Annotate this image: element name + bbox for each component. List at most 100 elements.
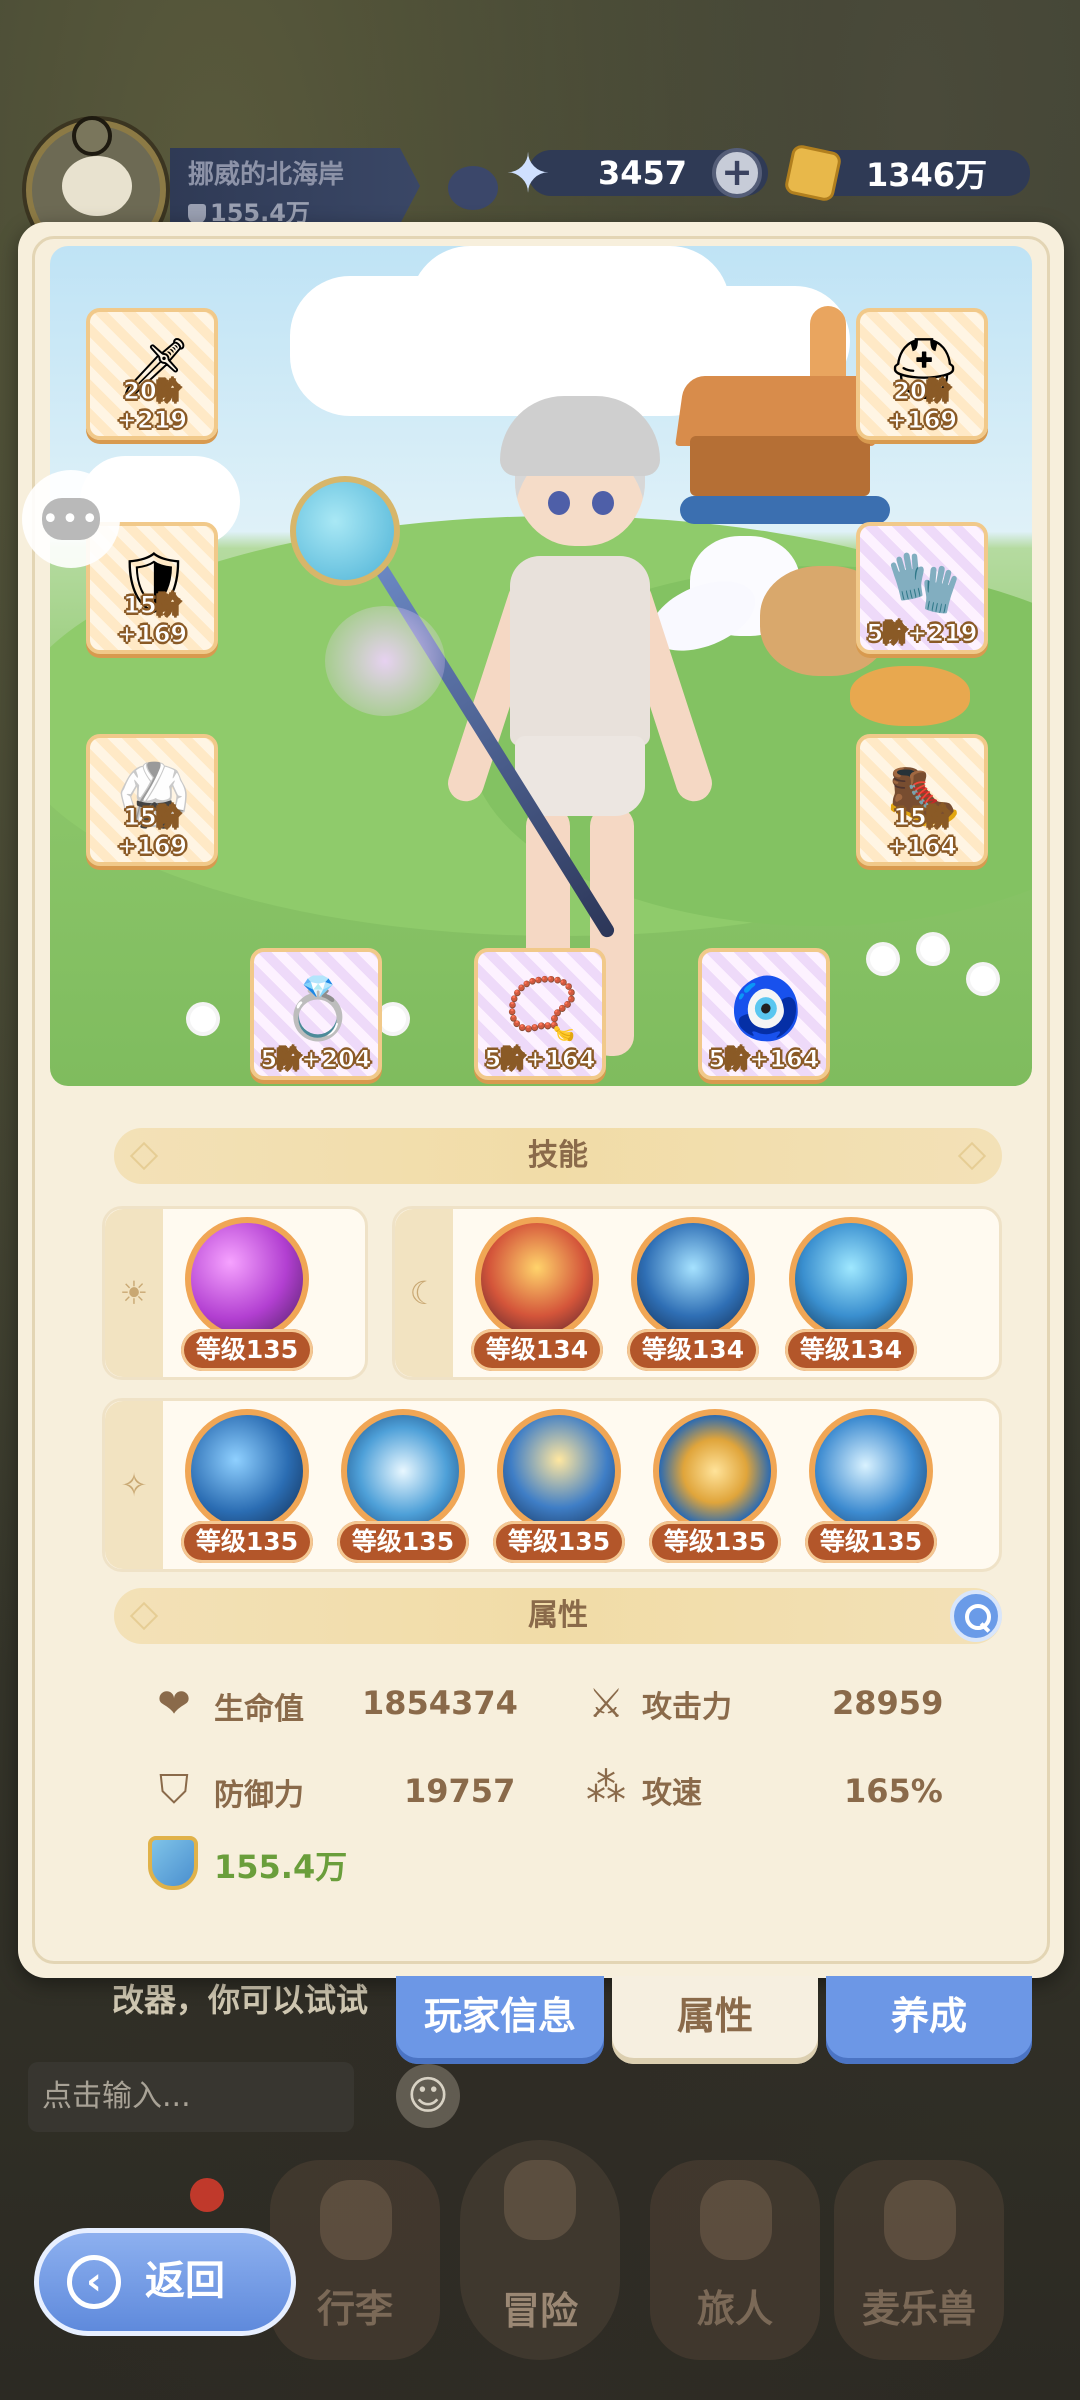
nav-pet[interactable]: 麦乐兽 xyxy=(834,2160,1004,2360)
skills-title: 技能 xyxy=(528,1138,588,1173)
combat-power-value: 155.4万 xyxy=(214,1848,348,1886)
orange-pet xyxy=(850,666,970,726)
attack-speed-icon: ⁂ xyxy=(586,1765,626,1811)
combat-power-icon xyxy=(148,1836,198,1890)
chevron-left-icon: ‹ xyxy=(67,2255,121,2309)
staff-orb xyxy=(290,476,400,586)
traveler-icon xyxy=(700,2180,772,2260)
equip-slot-boots[interactable]: 🥾 15阶+164 xyxy=(856,734,988,866)
tab-attributes[interactable]: 属性 xyxy=(612,1976,818,2064)
tab-player-info[interactable]: 玩家信息 xyxy=(396,1976,604,2064)
gem-count: 3457 xyxy=(598,154,688,192)
emoji-button[interactable]: ☺ xyxy=(396,2064,460,2128)
add-gems-button[interactable]: + xyxy=(712,148,762,198)
notification-dot xyxy=(190,2178,224,2212)
skill-level-badge: 等级135 xyxy=(181,1521,313,1563)
coin-count: 1346万 xyxy=(866,156,988,194)
skill-level-badge: 等级134 xyxy=(785,1329,917,1371)
amulet-icon: 🧿 xyxy=(728,973,804,1044)
skill-icon xyxy=(653,1409,777,1533)
tab-cultivate[interactable]: 养成 xyxy=(826,1976,1032,2064)
red-necklace-icon: 📿 xyxy=(504,973,580,1044)
chat-button[interactable]: ••• xyxy=(22,470,120,568)
nav-traveler-label: 旅人 xyxy=(696,2287,773,2331)
equip-level: 5阶+164 xyxy=(708,1045,820,1074)
skill-icon xyxy=(631,1217,755,1341)
back-label: 返回 xyxy=(145,2258,225,2304)
skill-slot[interactable]: 等级135 xyxy=(337,1409,469,1569)
skill-level-badge: 等级134 xyxy=(471,1329,603,1371)
equip-slot-ring[interactable]: 💍 5阶+204 xyxy=(250,948,382,1080)
chat-bubble-icon: ••• xyxy=(41,498,100,540)
skill-level-badge: 等级135 xyxy=(493,1521,625,1563)
skill-level-badge: 等级134 xyxy=(627,1329,759,1371)
skill-level-badge: 等级135 xyxy=(805,1521,937,1563)
character-panel: 🗡 20阶+219 🛡 15阶+169 🥋 15阶+169 ⛑ 20阶+169 … xyxy=(18,222,1064,1978)
skill-level-badge: 等级135 xyxy=(649,1521,781,1563)
equip-level: 15阶+169 xyxy=(116,591,188,649)
equip-level: 5阶+219 xyxy=(866,619,978,648)
skill-slot[interactable]: 等级134 xyxy=(627,1217,759,1377)
skill-slot[interactable]: 等级134 xyxy=(785,1217,917,1377)
fox-pet-icon xyxy=(884,2180,956,2260)
equip-level: 20阶+169 xyxy=(886,377,958,435)
crossed-swords-icon: ⚔ xyxy=(588,1681,624,1727)
skill-icon xyxy=(789,1217,913,1341)
shield-icon: ⛉ xyxy=(159,1767,189,1813)
player-name-plate[interactable]: 挪威的北海岸 155.4万 xyxy=(170,148,420,224)
equip-slot-necklace[interactable]: 📿 5阶+164 xyxy=(474,948,606,1080)
skill-level-badge: 等级135 xyxy=(337,1521,469,1563)
skill-level-badge: 等级135 xyxy=(181,1329,313,1371)
chat-input[interactable]: 点击输入... xyxy=(28,2062,354,2132)
star-skill-group: ✧ 等级135 等级135 等级135 等级135 等级135 xyxy=(102,1398,1002,1572)
skills-header: 技能 xyxy=(114,1128,1002,1184)
nav-pet-label: 麦乐兽 xyxy=(861,2287,976,2331)
skill-slot[interactable]: 等级135 xyxy=(649,1409,781,1569)
skill-slot[interactable]: 等级134 xyxy=(471,1217,603,1377)
nav-traveler[interactable]: 旅人 xyxy=(650,2160,820,2360)
skill-slot[interactable]: 等级135 xyxy=(181,1409,313,1569)
attack-label: 攻击力 xyxy=(642,1690,732,1725)
bear-avatar-icon xyxy=(62,156,132,216)
skill-slot[interactable]: 等级135 xyxy=(805,1409,937,1569)
equip-level: 5阶+164 xyxy=(484,1045,596,1074)
moon-icon: ☾ xyxy=(395,1209,453,1377)
crest-icon xyxy=(72,116,112,156)
attack-value: 28959 xyxy=(832,1684,944,1722)
hp-value: 1854374 xyxy=(362,1684,518,1722)
hp-label: 生命值 xyxy=(214,1692,304,1727)
skill-slot[interactable]: 等级135 xyxy=(181,1217,313,1377)
nav-adventure-label: 冒险 xyxy=(501,2289,578,2333)
sun-skill-group: ☀ 等级135 xyxy=(102,1206,368,1380)
sparkle-icon: ✧ xyxy=(105,1401,163,1569)
skill-icon xyxy=(185,1409,309,1533)
nav-adventure[interactable]: 冒险 xyxy=(460,2140,620,2360)
coin-icon xyxy=(783,143,843,203)
equip-slot-amulet[interactable]: 🧿 5阶+164 xyxy=(698,948,830,1080)
defense-label: 防御力 xyxy=(214,1778,304,1813)
equip-slot-chest[interactable]: 🥋 15阶+169 xyxy=(86,734,218,866)
attribute-detail-button[interactable] xyxy=(950,1590,1002,1642)
equip-slot-gloves[interactable]: 🧤 5阶+219 xyxy=(856,522,988,654)
nav-luggage[interactable]: 行李 xyxy=(270,2160,440,2360)
skill-icon xyxy=(809,1409,933,1533)
sun-icon: ☀ xyxy=(105,1209,163,1377)
player-name: 挪威的北海岸 xyxy=(188,160,345,190)
heart-icon: ❤ xyxy=(157,1681,191,1727)
equip-level: 5阶+204 xyxy=(260,1045,372,1074)
crossed-swords-icon xyxy=(504,2160,576,2240)
skill-slot[interactable]: 等级135 xyxy=(493,1409,625,1569)
skill-icon xyxy=(497,1409,621,1533)
attack-speed-label: 攻速 xyxy=(642,1776,702,1811)
defense-value: 19757 xyxy=(404,1772,516,1810)
equip-slot-weapon[interactable]: 🗡 20阶+219 xyxy=(86,308,218,440)
skill-icon xyxy=(341,1409,465,1533)
back-button[interactable]: ‹ 返回 xyxy=(34,2228,296,2336)
attributes-title: 属性 xyxy=(528,1598,588,1633)
moon-skill-group: ☾ 等级134 等级134 等级134 xyxy=(392,1206,1002,1380)
magic-sparkle xyxy=(325,606,445,716)
luggage-icon xyxy=(320,2180,392,2260)
bull-icon xyxy=(448,166,498,210)
equip-level: 20阶+219 xyxy=(116,377,188,435)
equip-slot-helmet[interactable]: ⛑ 20阶+169 xyxy=(856,308,988,440)
